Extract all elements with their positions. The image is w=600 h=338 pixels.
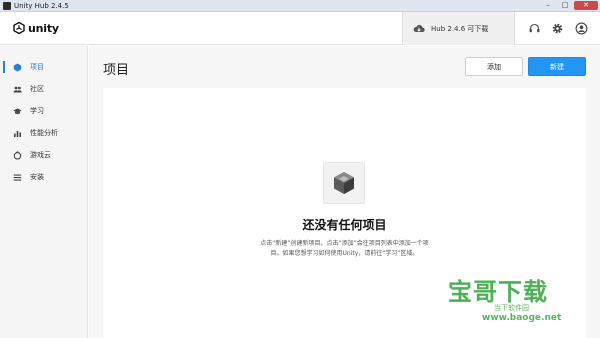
- cloud-icon: [13, 150, 22, 160]
- update-text: Hub 2.4.6 可下载: [431, 24, 489, 33]
- watermark: 宝哥下载 当下软件园 www.baoge.net: [448, 272, 598, 334]
- empty-state-illustration: [323, 162, 365, 204]
- app-icon: [3, 2, 11, 10]
- sidebar-item-learn[interactable]: 学习: [0, 100, 88, 122]
- logo-text: unity: [28, 21, 59, 35]
- account-icon[interactable]: [575, 22, 588, 35]
- sidebar-item-game-cloud[interactable]: 游戏云: [0, 144, 88, 166]
- cloud-download-icon: [413, 25, 425, 32]
- minimize-button[interactable]: –: [540, 1, 556, 10]
- watermark-title: 宝哥下载: [448, 278, 548, 306]
- unity-logo-icon: [13, 22, 25, 34]
- unity-logo: unity: [13, 21, 59, 35]
- watermark-subtitle: 当下软件园: [494, 304, 529, 312]
- sidebar-item-label: 项目: [30, 63, 44, 71]
- page-title: 项目: [103, 63, 130, 78]
- analytics-icon: [13, 129, 22, 138]
- sidebar-item-label: 游戏云: [30, 151, 51, 159]
- sidebar-item-community[interactable]: 社区: [0, 78, 88, 100]
- learn-icon: [13, 107, 22, 116]
- sidebar-item-label: 学习: [30, 107, 44, 115]
- empty-state-description-line: 目。如果您想学习如何使用Unity，请前往“学习”区域。: [270, 250, 419, 257]
- new-project-button[interactable]: 新建: [528, 57, 586, 76]
- sidebar-item-label: 安装: [30, 173, 44, 181]
- update-available-button[interactable]: Hub 2.4.6 可下载: [402, 12, 515, 45]
- headset-icon[interactable]: [528, 22, 541, 35]
- empty-state-description: 点击“新建”创建新项目。点击“添加”会往项目列表中添加一个项 目。如果您想学习如…: [243, 239, 446, 259]
- community-icon: [13, 85, 22, 94]
- window-titlebar: Unity Hub 2.4.5 – □ ✕: [0, 0, 600, 12]
- empty-state-title: 还没有任何项目: [302, 218, 387, 232]
- empty-state-description-line: 点击“新建”创建新项目。点击“添加”会往项目列表中添加一个项: [260, 240, 429, 247]
- sidebar-item-label: 性能分析: [30, 129, 58, 137]
- window-title: Unity Hub 2.4.5: [14, 2, 69, 10]
- gear-icon[interactable]: [551, 22, 564, 35]
- sidebar-item-projects[interactable]: 项目: [0, 56, 88, 78]
- maximize-button[interactable]: □: [557, 1, 573, 10]
- installs-icon: [13, 173, 22, 182]
- cube-icon: [334, 172, 354, 194]
- sidebar-item-analytics[interactable]: 性能分析: [0, 122, 88, 144]
- watermark-url: www.baoge.net: [482, 313, 562, 323]
- sidebar-item-label: 社区: [30, 85, 44, 93]
- add-project-button[interactable]: 添加: [465, 57, 523, 76]
- sidebar-item-installs[interactable]: 安装: [0, 166, 88, 188]
- projects-icon: [13, 63, 22, 72]
- sidebar: 项目 社区 学习 性能分析 游戏云 安装: [0, 46, 88, 338]
- close-button[interactable]: ✕: [574, 1, 598, 10]
- app-header: unity Hub 2.4.6 可下载: [0, 12, 600, 45]
